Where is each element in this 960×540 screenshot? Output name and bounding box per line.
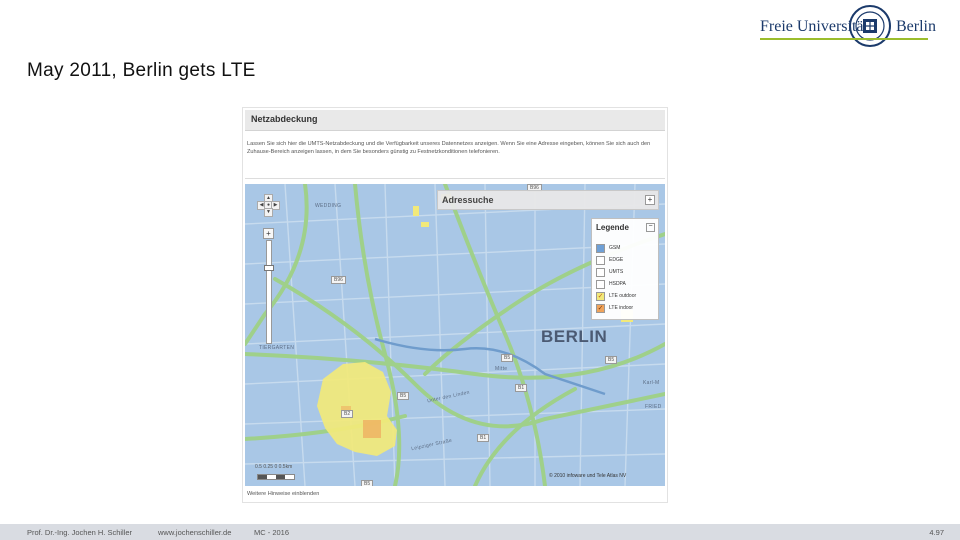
university-seal-icon bbox=[849, 5, 891, 47]
legend-label: GSM bbox=[609, 245, 621, 251]
map-label-mitte: Mitte bbox=[495, 366, 508, 372]
coverage-map-screenshot: Netzabdeckung Lassen Sie sich hier die U… bbox=[243, 108, 667, 502]
checkmark-icon[interactable]: ✓ bbox=[596, 304, 605, 313]
address-search-label: Adressuche bbox=[442, 195, 494, 205]
legend-item-lte-outdoor[interactable]: ✓ LTE outdoor bbox=[596, 291, 656, 301]
road-shield: B96 bbox=[331, 276, 346, 284]
legend-label: UMTS bbox=[609, 269, 624, 275]
map-legend: Legende − GSM EDGE UMTS HSDPA ✓ LTE outd… bbox=[591, 218, 659, 320]
legend-item-gsm[interactable]: GSM bbox=[596, 243, 656, 253]
legend-label: EDGE bbox=[609, 257, 624, 263]
map-label-friedrichshain: FRIED bbox=[645, 404, 662, 410]
legend-checkbox[interactable] bbox=[596, 268, 605, 277]
legend-item-umts[interactable]: UMTS bbox=[596, 267, 656, 277]
zoom-slider[interactable] bbox=[264, 240, 274, 344]
legend-label: HSDPA bbox=[609, 281, 626, 287]
footer-author: Prof. Dr.-Ing. Jochen H. Schiller bbox=[27, 528, 133, 537]
pan-down-icon[interactable]: ▼ bbox=[264, 208, 273, 217]
road-shield: B5 bbox=[397, 392, 410, 400]
panel-title: Netzabdeckung bbox=[251, 114, 318, 124]
panel-header: Netzabdeckung bbox=[245, 110, 665, 131]
road-shield: B5 bbox=[501, 354, 514, 362]
logo-text-right: Berlin bbox=[896, 18, 936, 35]
checkmark-icon[interactable]: ✓ bbox=[596, 292, 605, 301]
legend-checkbox[interactable] bbox=[596, 244, 605, 253]
map-navigation-control: ▲ ◀ ● ▶ ▼ + bbox=[257, 194, 280, 344]
map-label-tiergarten: TIERGARTEN bbox=[259, 345, 295, 351]
pan-control: ▲ ◀ ● ▶ ▼ bbox=[257, 194, 280, 217]
legend-title: Legende bbox=[596, 223, 629, 232]
legend-checkbox[interactable] bbox=[596, 280, 605, 289]
map-scale-bar bbox=[257, 474, 295, 480]
zoom-slider-thumb[interactable] bbox=[264, 265, 274, 271]
legend-item-edge[interactable]: EDGE bbox=[596, 255, 656, 265]
road-shield: B5 bbox=[605, 356, 618, 364]
address-search-bar[interactable]: Adressuche + bbox=[437, 190, 659, 210]
road-shield: B5 bbox=[361, 480, 374, 486]
legend-label: LTE outdoor bbox=[609, 293, 637, 299]
slide-footer: Prof. Dr.-Ing. Jochen H. Schiller www.jo… bbox=[0, 524, 960, 540]
footer-website: www.jochenschiller.de bbox=[158, 528, 232, 537]
collapse-icon[interactable]: − bbox=[646, 223, 655, 232]
road-shield: B1 bbox=[515, 384, 528, 392]
map-label-city: BERLIN bbox=[541, 327, 608, 346]
legend-checkbox[interactable] bbox=[596, 256, 605, 265]
legend-item-lte-indoor[interactable]: ✓ LTE indoor bbox=[596, 303, 656, 313]
map-label-wedding: WEDDING bbox=[315, 203, 342, 209]
zoom-in-button[interactable]: + bbox=[263, 228, 274, 239]
map-label-karl-marx: Karl-M bbox=[643, 380, 660, 386]
coverage-map[interactable]: WEDDING TIERGARTEN Mitte FRIED Karl-M Un… bbox=[245, 184, 665, 486]
legend-label: LTE indoor bbox=[609, 305, 634, 311]
slide-title: May 2011, Berlin gets LTE bbox=[27, 60, 256, 81]
expand-icon[interactable]: + bbox=[645, 195, 655, 205]
footer-course: MC - 2016 bbox=[254, 528, 290, 537]
footer-page-number: 4.97 bbox=[929, 528, 944, 537]
more-info-link[interactable]: Weitere Hinweise einblenden bbox=[247, 491, 319, 497]
divider bbox=[245, 178, 665, 179]
road-shield: B2 bbox=[341, 410, 354, 418]
university-logo: Freie Universität Berlin bbox=[760, 4, 936, 50]
map-scale-text: 0.5 0.25 0 0.5km bbox=[255, 464, 293, 470]
road-shield: B1 bbox=[477, 434, 490, 442]
legend-item-hsdpa[interactable]: HSDPA bbox=[596, 279, 656, 289]
panel-description: Lassen Sie sich hier die UMTS-Netzabdeck… bbox=[247, 141, 651, 155]
logo-underline bbox=[760, 38, 928, 40]
map-copyright: © 2010 infoware und Tele Atlas NV bbox=[549, 473, 627, 479]
